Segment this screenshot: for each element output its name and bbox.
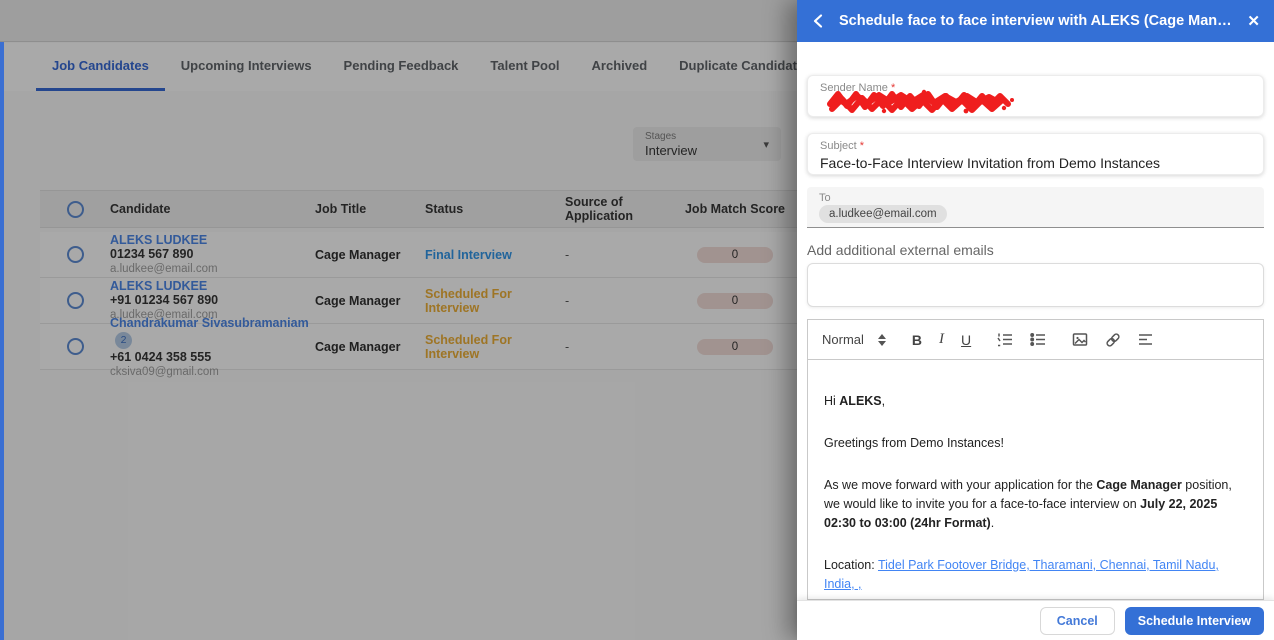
location-link[interactable]: Tidel Park Footover Bridge, Tharamani, C… bbox=[824, 558, 1219, 591]
email-location-line: Location: Tidel Park Footover Bridge, Th… bbox=[824, 558, 1219, 591]
format-select[interactable]: Normal bbox=[822, 332, 886, 347]
modal-dim-overlay[interactable] bbox=[0, 0, 797, 640]
email-greeting: Hi ALEKS, bbox=[824, 394, 886, 408]
underline-icon[interactable]: U bbox=[961, 332, 971, 348]
format-select-arrows-icon bbox=[877, 333, 886, 346]
sender-name-label: Sender Name * bbox=[820, 82, 896, 94]
image-icon[interactable] bbox=[1072, 332, 1088, 347]
additional-emails-label: Add additional external emails bbox=[807, 242, 994, 258]
back-chevron-icon[interactable] bbox=[811, 13, 827, 29]
bullet-list-icon[interactable] bbox=[1030, 332, 1046, 347]
schedule-interview-button[interactable]: Schedule Interview bbox=[1124, 606, 1264, 635]
email-body-content[interactable]: Hi ALEKS, Greetings from Demo Instances!… bbox=[808, 360, 1263, 600]
editor-toolbar: Normal B I U bbox=[808, 320, 1263, 360]
panel-body: Sender Name * Subject * Face-to-Face Int… bbox=[797, 42, 1274, 600]
required-asterisk: * bbox=[859, 140, 865, 152]
link-icon[interactable] bbox=[1105, 332, 1121, 348]
panel-footer: Cancel Schedule Interview bbox=[797, 600, 1274, 640]
app-screen: Job Candidates Upcoming Interviews Pendi… bbox=[0, 0, 1274, 640]
italic-icon[interactable]: I bbox=[939, 331, 944, 348]
email-body-editor[interactable]: Normal B I U Hi ALEKS, Greetings from De… bbox=[807, 319, 1264, 600]
subject-label: Subject * bbox=[820, 140, 865, 152]
format-select-value: Normal bbox=[822, 332, 864, 347]
panel-header: Schedule face to face interview with ALE… bbox=[797, 0, 1274, 42]
additional-emails-input[interactable] bbox=[807, 263, 1264, 307]
redacted-sender-name bbox=[827, 89, 1014, 114]
cancel-button[interactable]: Cancel bbox=[1039, 606, 1115, 635]
recipient-email-chip[interactable]: a.ludkee@email.com bbox=[819, 205, 947, 223]
to-field[interactable]: To a.ludkee@email.com bbox=[807, 187, 1264, 228]
email-intro: Greetings from Demo Instances! bbox=[824, 436, 1004, 450]
to-label: To bbox=[819, 192, 831, 204]
close-icon[interactable]: ✕ bbox=[1247, 12, 1260, 30]
sender-name-field[interactable]: Sender Name * bbox=[807, 75, 1264, 117]
left-accent-strip bbox=[0, 42, 4, 640]
subject-value[interactable]: Face-to-Face Interview Invitation from D… bbox=[820, 155, 1251, 171]
bold-icon[interactable]: B bbox=[912, 332, 922, 348]
ordered-list-icon[interactable] bbox=[997, 332, 1013, 347]
schedule-interview-panel: Schedule face to face interview with ALE… bbox=[797, 0, 1274, 640]
panel-title: Schedule face to face interview with ALE… bbox=[839, 13, 1238, 29]
subject-field[interactable]: Subject * Face-to-Face Interview Invitat… bbox=[807, 133, 1264, 175]
align-icon[interactable] bbox=[1138, 332, 1154, 347]
email-invitation: As we move forward with your application… bbox=[824, 478, 1232, 530]
